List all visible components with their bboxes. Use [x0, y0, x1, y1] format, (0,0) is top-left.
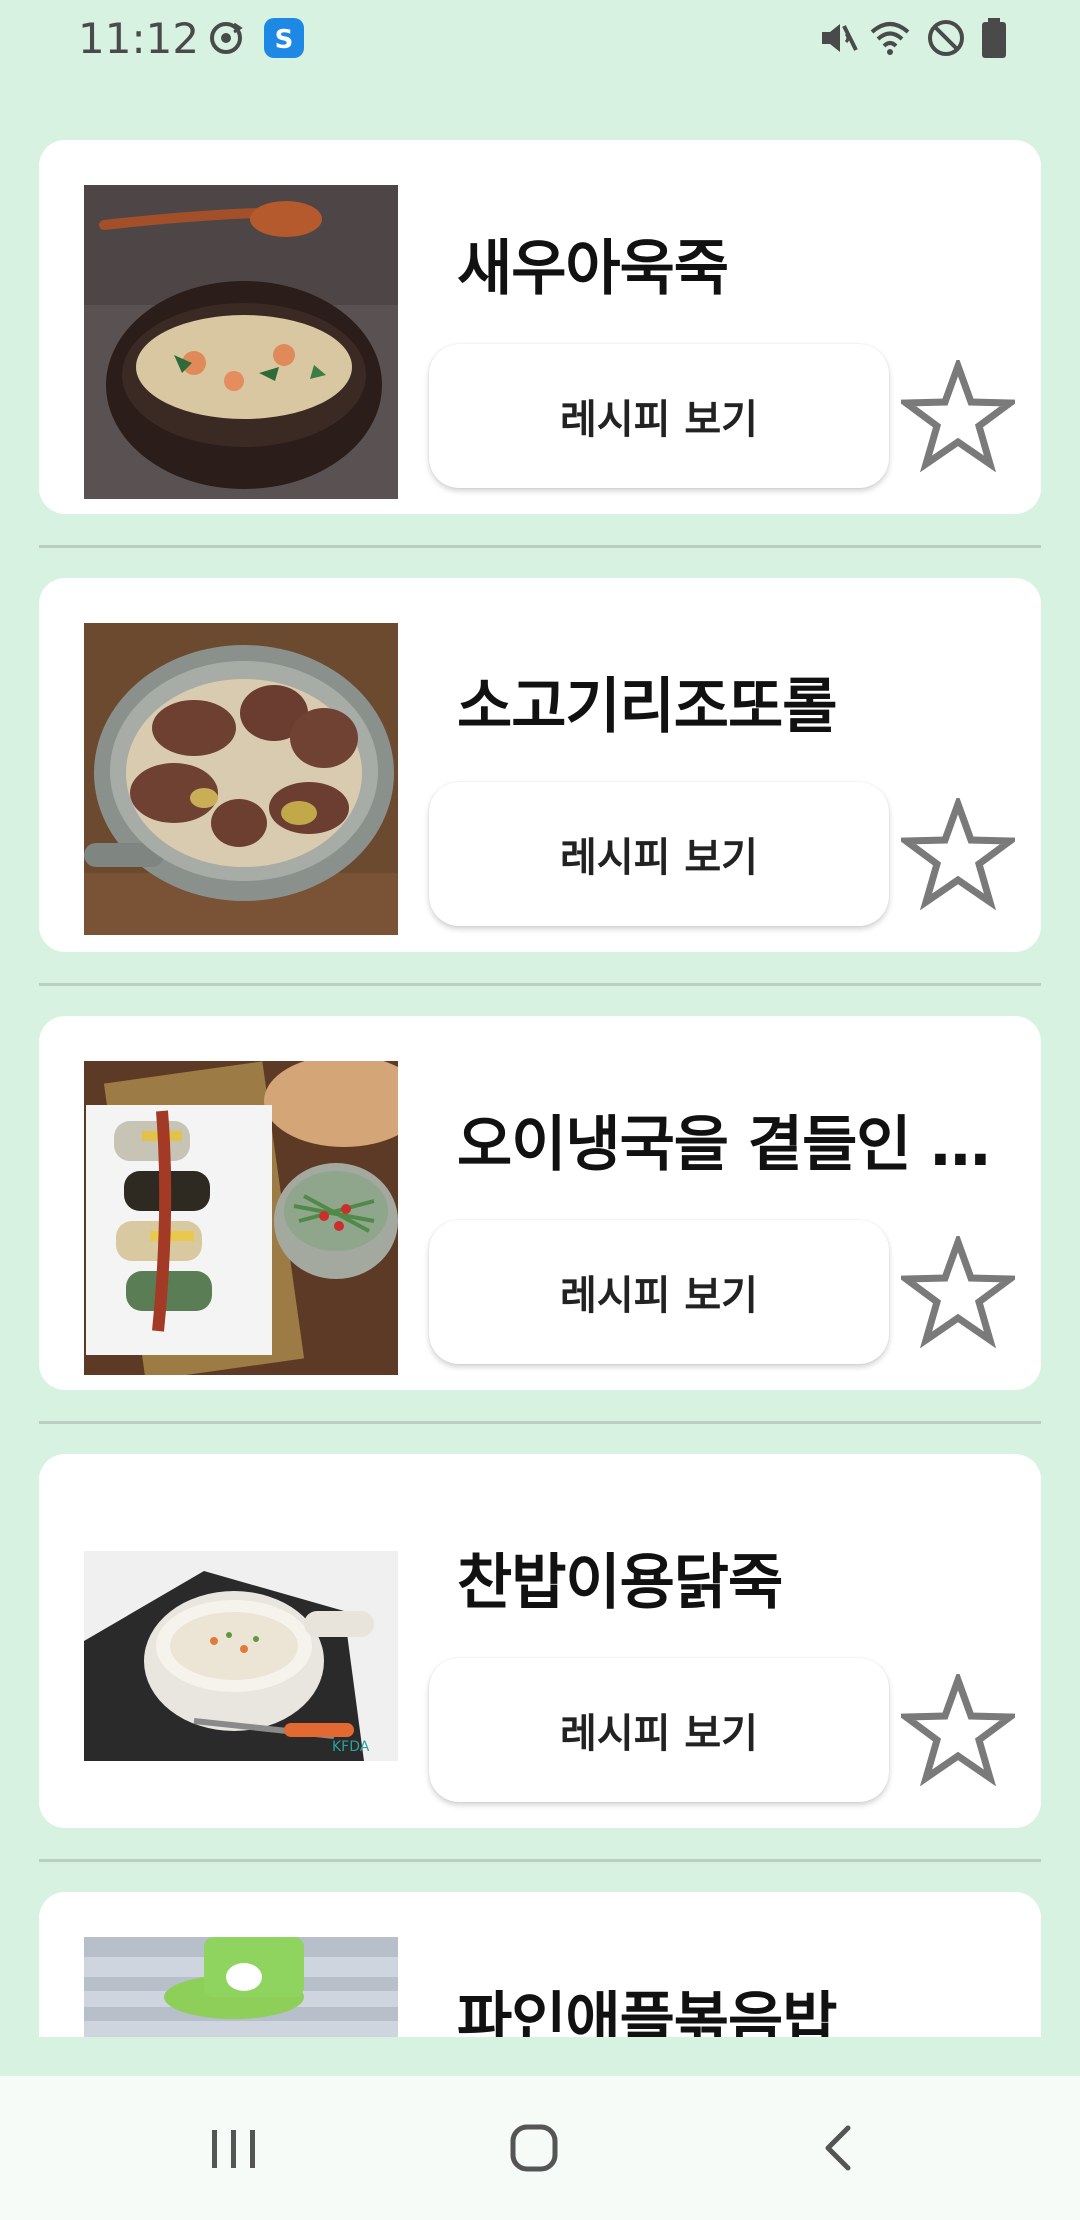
- view-recipe-button[interactable]: 레시피 보기: [429, 344, 889, 488]
- recipe-thumbnail: KFDA: [84, 1551, 398, 1761]
- recipe-thumbnail: [84, 623, 398, 935]
- recipe-title: 새우아욱죽: [457, 234, 729, 304]
- recent-apps-icon[interactable]: [174, 2076, 294, 2220]
- star-favorite-icon[interactable]: [901, 1674, 1015, 1786]
- recipe-card[interactable]: 파인애플볶음밥: [39, 1892, 1041, 2037]
- recipe-thumbnail: [84, 1061, 398, 1375]
- divider: [39, 1859, 1041, 1862]
- star-favorite-icon[interactable]: [901, 1236, 1015, 1348]
- svg-text:KFDA: KFDA: [332, 1739, 370, 1755]
- view-recipe-button[interactable]: 레시피 보기: [429, 1658, 889, 1802]
- recipe-thumbnail: [84, 185, 398, 499]
- recipe-list[interactable]: 새우아욱죽 레시피 보기 소고기리조또롤 레시피 보기 오이냉국을 곁들인 월남…: [0, 0, 1080, 2037]
- recipe-thumbnail: [84, 1937, 398, 2037]
- divider: [39, 983, 1041, 986]
- recipe-card[interactable]: KFDA 찬밥이용닭죽 레시피 보기: [39, 1454, 1041, 1828]
- recipe-title: 찬밥이용닭죽: [457, 1548, 783, 1618]
- recipe-title: 오이냉국을 곁들인 월남쌈: [457, 1110, 1037, 1180]
- recipe-title: 소고기리조또롤: [457, 672, 837, 742]
- divider: [39, 545, 1041, 548]
- star-favorite-icon[interactable]: [901, 360, 1015, 472]
- recipe-title: 파인애플볶음밥: [457, 1986, 837, 2037]
- back-icon[interactable]: [778, 2076, 898, 2220]
- recipe-card[interactable]: 소고기리조또롤 레시피 보기: [39, 578, 1041, 952]
- view-recipe-button[interactable]: 레시피 보기: [429, 1220, 889, 1364]
- home-icon[interactable]: [474, 2076, 594, 2220]
- view-recipe-button[interactable]: 레시피 보기: [429, 782, 889, 926]
- navigation-bar: [0, 2076, 1080, 2220]
- recipe-card[interactable]: 오이냉국을 곁들인 월남쌈 레시피 보기: [39, 1016, 1041, 1390]
- divider: [39, 1421, 1041, 1424]
- recipe-card[interactable]: 새우아욱죽 레시피 보기: [39, 140, 1041, 514]
- star-favorite-icon[interactable]: [901, 798, 1015, 910]
